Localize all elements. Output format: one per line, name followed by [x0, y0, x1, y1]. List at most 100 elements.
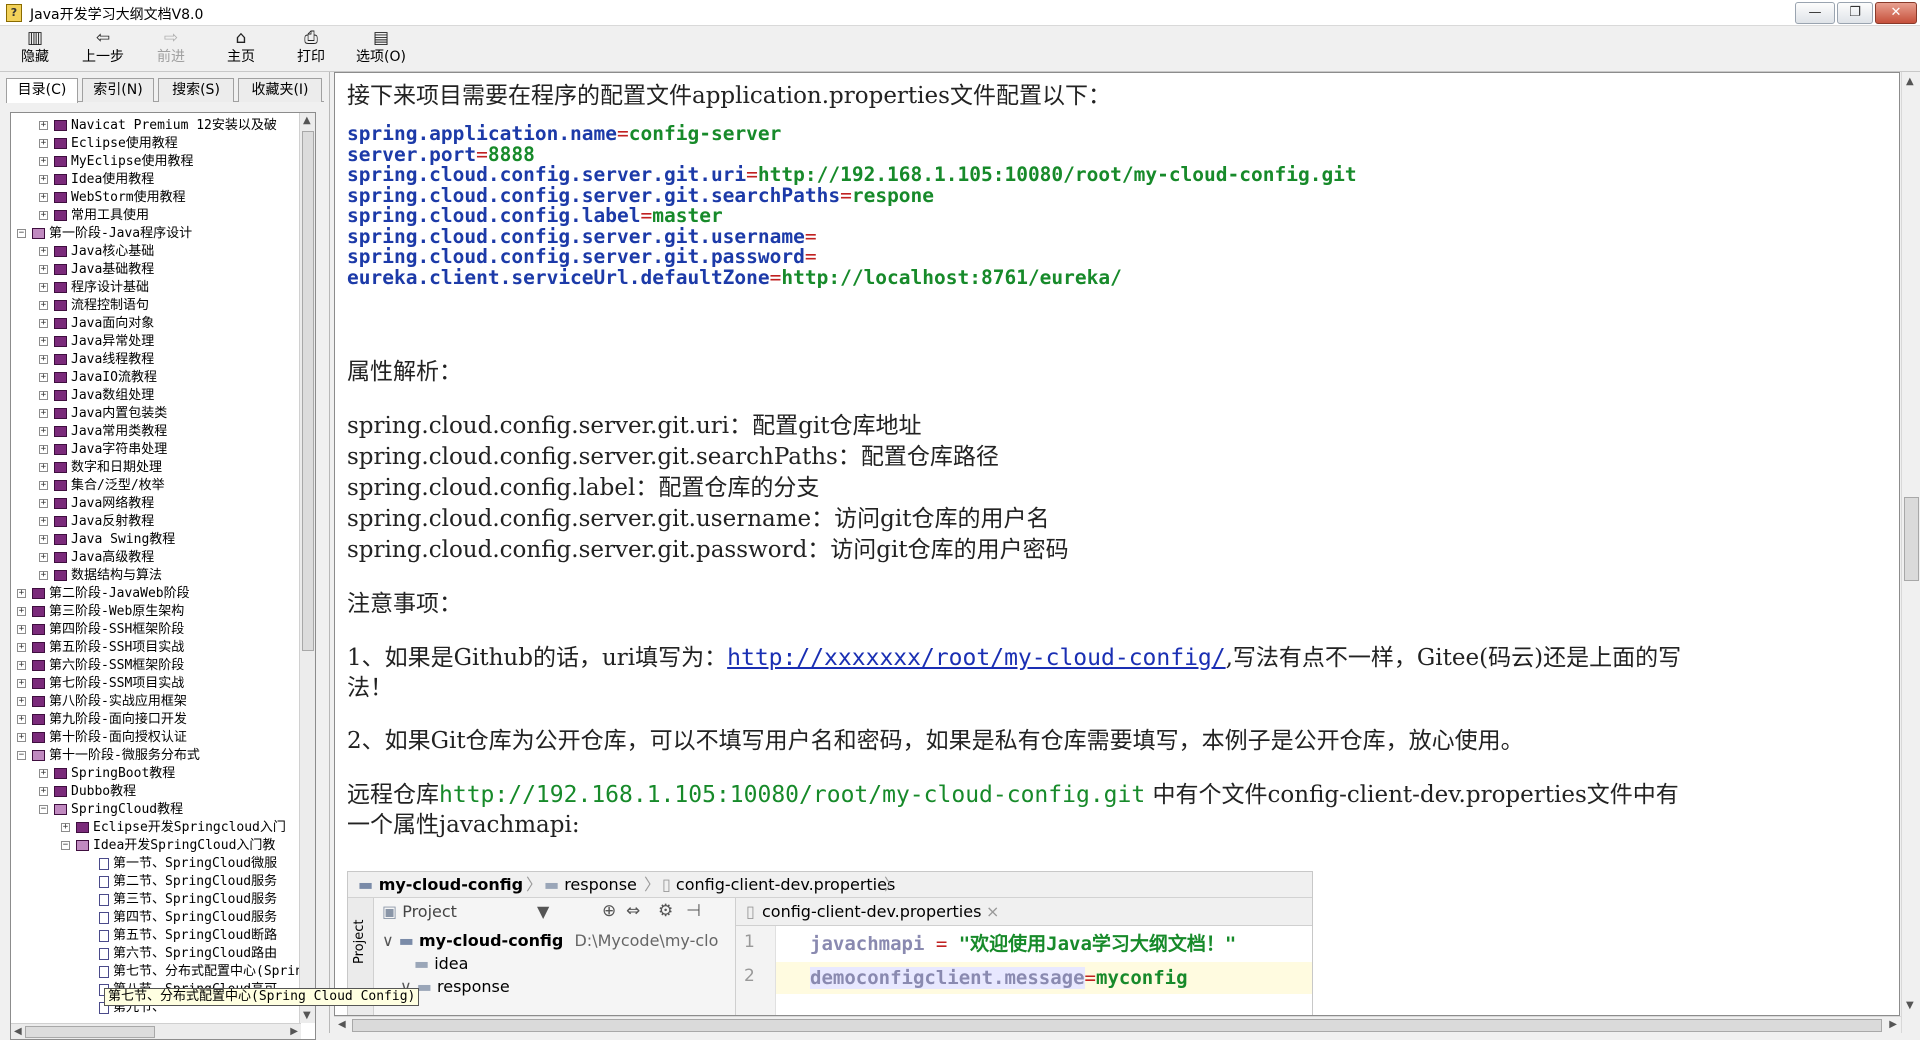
expand-box-icon[interactable]: +: [39, 211, 48, 220]
tree-item[interactable]: + 第九阶段-面向接口开发: [17, 711, 187, 729]
tree-item[interactable]: + Java线程教程: [39, 351, 154, 369]
tree-item[interactable]: + 第八阶段-实战应用框架: [17, 693, 187, 711]
github-uri-link[interactable]: http://xxxxxxx/root/my-cloud-config/: [727, 645, 1226, 671]
tree-item[interactable]: + Java常用类教程: [39, 423, 167, 441]
project-dropdown[interactable]: ▣ Project ▼: [382, 902, 549, 921]
tree-item[interactable]: + 第十阶段-面向授权认证: [17, 729, 187, 747]
tree-vertical-scrollbar[interactable]: ▲ ▼: [299, 113, 315, 1023]
tree-item[interactable]: + Java异常处理: [39, 333, 154, 351]
expand-box-icon[interactable]: +: [39, 427, 48, 436]
tree-item[interactable]: + 第三阶段-Web原生架构: [17, 603, 184, 621]
expand-box-icon[interactable]: +: [39, 265, 48, 274]
expand-box-icon[interactable]: +: [39, 445, 48, 454]
tab-index[interactable]: 索引(N): [82, 78, 154, 102]
expand-box-icon[interactable]: +: [17, 607, 26, 616]
back-button[interactable]: ⇦ 上一步: [72, 28, 134, 70]
expand-box-icon[interactable]: +: [39, 391, 48, 400]
expand-box-icon[interactable]: +: [17, 697, 26, 706]
tree-item[interactable]: + 第六阶段-SSM框架阶段: [17, 657, 184, 675]
tree-item[interactable]: + Java网络教程: [39, 495, 154, 513]
expand-box-icon[interactable]: +: [39, 481, 48, 490]
tree-item[interactable]: − Idea开发SpringCloud入门教: [61, 837, 275, 855]
expand-box-icon[interactable]: +: [39, 175, 48, 184]
scroll-right-icon[interactable]: ▶: [290, 1026, 298, 1037]
tree-item[interactable]: 第四节、SpringCloud服务: [99, 909, 277, 927]
expand-box-icon[interactable]: +: [39, 535, 48, 544]
close-button[interactable]: ✕: [1875, 2, 1917, 24]
editor-tab[interactable]: config-client-dev.properties: [762, 898, 981, 926]
expand-box-icon[interactable]: +: [17, 643, 26, 652]
tree-hscroll-thumb[interactable]: [25, 1026, 155, 1038]
tab-contents[interactable]: 目录(C): [6, 78, 78, 103]
tree-item[interactable]: 第二节、SpringCloud服务: [99, 873, 277, 891]
editor-line[interactable]: javachmapi = "欢迎使用Java学习大纲文档！": [776, 928, 1312, 960]
tree-item[interactable]: + 第七阶段-SSM项目实战: [17, 675, 184, 693]
project-side-tab[interactable]: Project: [352, 904, 370, 964]
scroll-down-icon[interactable]: ▼: [1906, 1000, 1914, 1011]
content-vertical-scrollbar[interactable]: ▲ ▼: [1901, 72, 1920, 1033]
tab-search[interactable]: 搜索(S): [158, 78, 234, 102]
tree-item[interactable]: + Dubbo教程: [39, 783, 136, 801]
tree-scroll-thumb[interactable]: [302, 131, 314, 651]
expand-box-icon[interactable]: +: [17, 625, 26, 634]
tab-favorites[interactable]: 收藏夹(I): [238, 78, 322, 102]
expand-box-icon[interactable]: +: [39, 193, 48, 202]
collapse-icon[interactable]: ⇔: [626, 901, 640, 921]
expand-box-icon[interactable]: +: [17, 589, 26, 598]
tree-item[interactable]: 第七节、分布式配置中心(Spring Cloud Config): [99, 963, 301, 981]
tree-item[interactable]: + Java基础教程: [39, 261, 154, 279]
close-tab-icon[interactable]: ×: [986, 898, 999, 926]
tree-item[interactable]: + Java高级教程: [39, 549, 154, 567]
tree-item[interactable]: + 集合/泛型/枚举: [39, 477, 165, 495]
project-root-item[interactable]: ∨ ▬ my-cloud-config D:\Mycode\my-clo: [382, 931, 718, 950]
tree-item[interactable]: + 数据结构与算法: [39, 567, 162, 585]
settings-gear-icon[interactable]: ⚙: [658, 901, 673, 921]
tree-item[interactable]: 第一节、SpringCloud微服: [99, 855, 277, 873]
collapse-box-icon[interactable]: −: [61, 841, 70, 850]
scroll-left-icon[interactable]: ◀: [338, 1019, 346, 1030]
home-button[interactable]: ⌂ 主页: [210, 28, 272, 70]
content-hscroll-thumb[interactable]: [352, 1019, 1882, 1032]
expand-box-icon[interactable]: +: [39, 409, 48, 418]
minimize-button[interactable]: —: [1795, 2, 1835, 24]
tree-item[interactable]: 第三节、SpringCloud服务: [99, 891, 277, 909]
tree-item[interactable]: + JavaIO流教程: [39, 369, 157, 387]
tree-item[interactable]: + SpringBoot教程: [39, 765, 175, 783]
expand-box-icon[interactable]: +: [61, 823, 70, 832]
tree-item[interactable]: + Java字符串处理: [39, 441, 167, 459]
tree-item[interactable]: + 第五阶段-SSH项目实战: [17, 639, 184, 657]
expand-box-icon[interactable]: +: [39, 139, 48, 148]
forward-button[interactable]: ⇨ 前进: [140, 28, 202, 70]
expand-box-icon[interactable]: +: [39, 247, 48, 256]
tree-item[interactable]: + Java反射教程: [39, 513, 154, 531]
expand-box-icon[interactable]: +: [39, 157, 48, 166]
expand-box-icon[interactable]: +: [39, 283, 48, 292]
expand-box-icon[interactable]: +: [39, 355, 48, 364]
expand-box-icon[interactable]: +: [39, 337, 48, 346]
scroll-down-icon[interactable]: ▼: [303, 1010, 311, 1021]
expand-box-icon[interactable]: +: [39, 121, 48, 130]
tree-item[interactable]: + 第二阶段-JavaWeb阶段: [17, 585, 190, 603]
tree-horizontal-scrollbar[interactable]: ◀ ▶: [11, 1023, 301, 1039]
tree-item[interactable]: + Java Swing教程: [39, 531, 175, 549]
hide-panel-icon[interactable]: ⊣: [686, 901, 701, 921]
idea-folder-item[interactable]: ▬ idea: [414, 954, 468, 973]
tree-item[interactable]: + MyEclipse使用教程: [39, 153, 193, 171]
tree-item[interactable]: + WebStorm使用教程: [39, 189, 186, 207]
print-button[interactable]: ⎙ 打印: [280, 28, 342, 70]
expand-box-icon[interactable]: +: [39, 553, 48, 562]
tree-item[interactable]: + Eclipse开发Springcloud入门: [61, 819, 286, 837]
tree-item[interactable]: + Java核心基础: [39, 243, 154, 261]
expand-box-icon[interactable]: +: [39, 499, 48, 508]
tree-item[interactable]: + Navicat Premium 12安装以及破: [39, 117, 277, 135]
tree-item[interactable]: + Java数组处理: [39, 387, 154, 405]
tree-item[interactable]: − 第一阶段-Java程序设计: [17, 225, 192, 243]
hide-button[interactable]: ▥ 隐藏: [4, 28, 66, 70]
expand-box-icon[interactable]: +: [39, 571, 48, 580]
collapse-box-icon[interactable]: −: [17, 229, 26, 238]
tree-item[interactable]: 第五节、SpringCloud断路: [99, 927, 277, 945]
expand-box-icon[interactable]: +: [39, 301, 48, 310]
expand-box-icon[interactable]: +: [17, 661, 26, 670]
expand-box-icon[interactable]: +: [17, 715, 26, 724]
maximize-button[interactable]: ❐: [1837, 2, 1873, 24]
